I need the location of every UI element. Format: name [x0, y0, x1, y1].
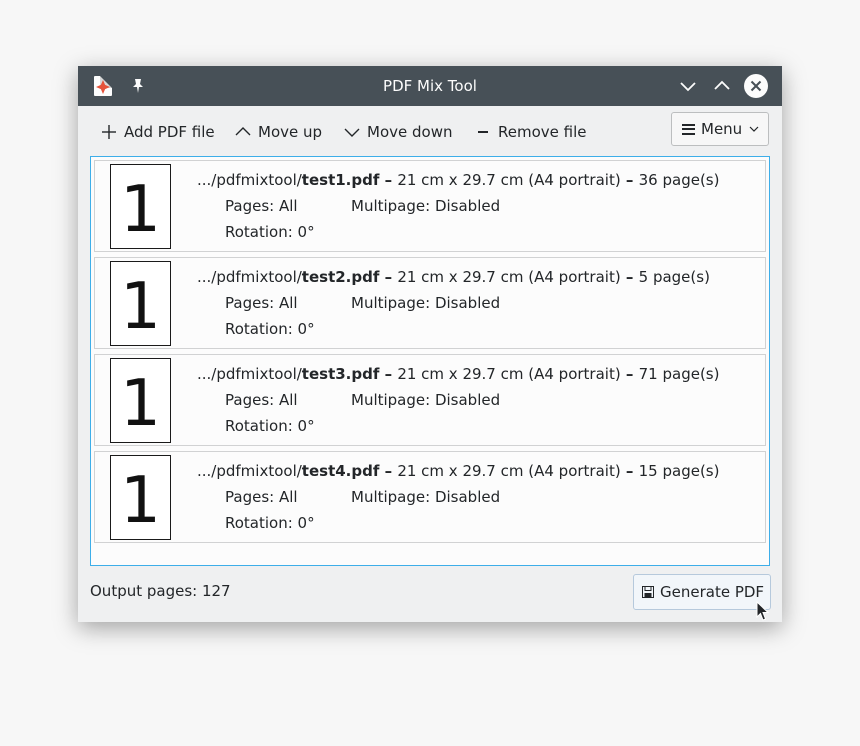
plus-icon — [102, 125, 116, 139]
move-up-button[interactable]: Move up — [234, 110, 322, 154]
page-thumbnail: 1 — [110, 164, 171, 249]
page-size: 21 cm x 29.7 cm (A4 portrait) — [397, 365, 621, 383]
file-list-item[interactable]: 1 .../pdfmixtool/test1.pdf – 21 cm x 29.… — [94, 160, 766, 252]
move-down-button[interactable]: Move down — [343, 110, 452, 154]
minus-icon — [478, 131, 488, 133]
file-dir: .../pdfmixtool/ — [197, 462, 302, 480]
page-thumbnail: 1 — [110, 455, 171, 540]
hamburger-icon — [682, 123, 695, 135]
file-dir: .../pdfmixtool/ — [197, 365, 302, 383]
close-icon — [750, 80, 762, 92]
move-up-label: Move up — [258, 123, 323, 141]
page-size: 21 cm x 29.7 cm (A4 portrait) — [397, 171, 621, 189]
file-info-line: .../pdfmixtool/test2.pdf – 21 cm x 29.7 … — [197, 268, 710, 286]
title-bar[interactable]: PDF Mix Tool — [78, 66, 782, 106]
separator: – — [620, 171, 639, 189]
add-pdf-file-label: Add PDF file — [124, 123, 215, 141]
chevron-down-icon — [680, 82, 696, 92]
separator: – — [620, 268, 639, 286]
multipage-setting: Multipage: Disabled — [351, 294, 501, 312]
chevron-down-icon — [344, 128, 360, 137]
remove-file-label: Remove file — [498, 123, 587, 141]
close-button[interactable] — [744, 74, 768, 98]
multipage-setting: Multipage: Disabled — [351, 488, 501, 506]
pages-setting: Pages: All — [225, 294, 298, 312]
pages-setting: Pages: All — [225, 197, 298, 215]
page-count: 71 page(s) — [638, 365, 720, 383]
file-info-line: .../pdfmixtool/test3.pdf – 21 cm x 29.7 … — [197, 365, 719, 383]
file-dir: .../pdfmixtool/ — [197, 268, 302, 286]
page-thumbnail: 1 — [110, 358, 171, 443]
generate-pdf-label: Generate PDF — [660, 583, 765, 601]
file-name: test4.pdf — [301, 462, 380, 480]
separator: – — [379, 268, 398, 286]
pages-setting: Pages: All — [225, 391, 298, 409]
separator: – — [620, 462, 639, 480]
generate-pdf-button[interactable]: Generate PDF — [633, 574, 771, 610]
add-pdf-file-button[interactable]: Add PDF file — [100, 110, 215, 154]
maximize-button[interactable] — [710, 74, 734, 98]
chevron-down-icon — [749, 126, 759, 132]
page-size: 21 cm x 29.7 cm (A4 portrait) — [397, 268, 621, 286]
pages-setting: Pages: All — [225, 488, 298, 506]
page-count: 5 page(s) — [638, 268, 710, 286]
separator: – — [379, 365, 398, 383]
file-name: test2.pdf — [301, 268, 380, 286]
chevron-up-icon — [235, 127, 251, 136]
file-info-line: .../pdfmixtool/test1.pdf – 21 cm x 29.7 … — [197, 171, 719, 189]
menu-label: Menu — [701, 120, 743, 138]
save-icon — [642, 586, 654, 598]
file-list-item[interactable]: 1 .../pdfmixtool/test4.pdf – 21 cm x 29.… — [94, 451, 766, 543]
separator: – — [379, 462, 398, 480]
page-count: 15 page(s) — [638, 462, 720, 480]
rotation-setting: Rotation: 0° — [225, 320, 315, 338]
rotation-setting: Rotation: 0° — [225, 514, 315, 532]
page-thumbnail: 1 — [110, 261, 171, 346]
file-info-line: .../pdfmixtool/test4.pdf – 21 cm x 29.7 … — [197, 462, 719, 480]
multipage-setting: Multipage: Disabled — [351, 391, 501, 409]
chevron-up-icon — [714, 80, 730, 90]
rotation-setting: Rotation: 0° — [225, 417, 315, 435]
minimize-button[interactable] — [676, 74, 700, 98]
page-size: 21 cm x 29.7 cm (A4 portrait) — [397, 462, 621, 480]
mouse-cursor-icon — [756, 601, 770, 621]
remove-file-button[interactable]: Remove file — [474, 110, 586, 154]
file-dir: .../pdfmixtool/ — [197, 171, 302, 189]
file-list-item[interactable]: 1 .../pdfmixtool/test2.pdf – 21 cm x 29.… — [94, 257, 766, 349]
separator: – — [620, 365, 639, 383]
file-name: test1.pdf — [301, 171, 380, 189]
file-name: test3.pdf — [301, 365, 380, 383]
rotation-setting: Rotation: 0° — [225, 223, 315, 241]
output-pages-status: Output pages: 127 — [90, 582, 231, 600]
separator: – — [379, 171, 398, 189]
move-down-label: Move down — [367, 123, 453, 141]
file-list-item[interactable]: 1 .../pdfmixtool/test3.pdf – 21 cm x 29.… — [94, 354, 766, 446]
multipage-setting: Multipage: Disabled — [351, 197, 501, 215]
menu-button[interactable]: Menu — [671, 112, 769, 146]
app-window: PDF Mix Tool Add PDF file Move up Move d… — [78, 66, 782, 622]
page-count: 36 page(s) — [638, 171, 720, 189]
file-list[interactable]: 1 .../pdfmixtool/test1.pdf – 21 cm x 29.… — [90, 156, 770, 566]
